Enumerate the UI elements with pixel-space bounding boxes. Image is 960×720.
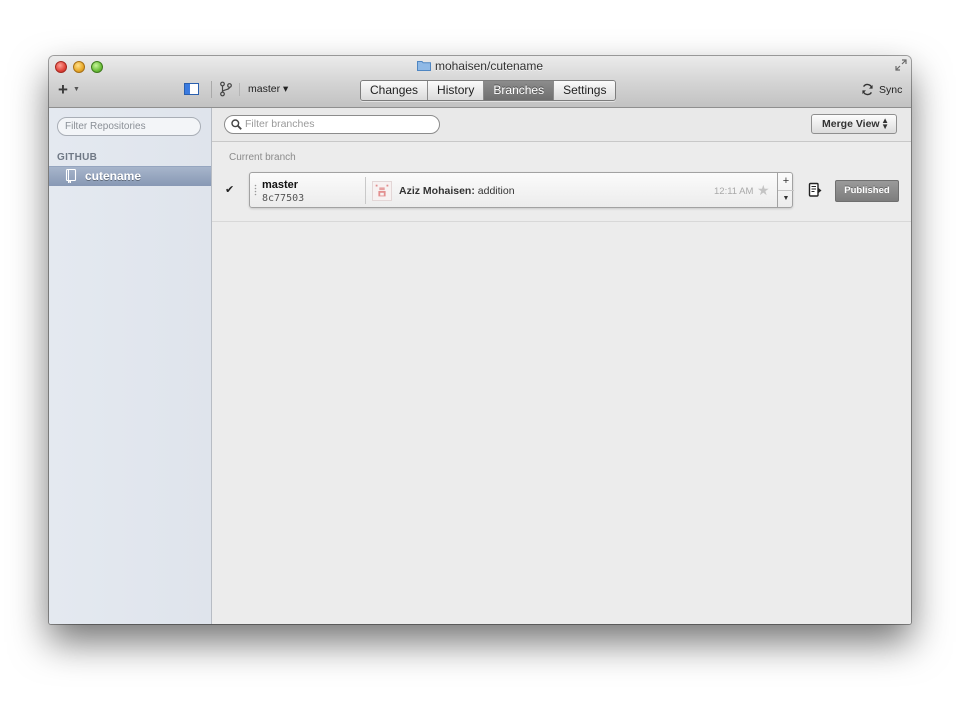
- drag-handle-icon[interactable]: [254, 184, 257, 196]
- filter-repositories-input[interactable]: Filter Repositories: [57, 117, 201, 136]
- branch-selector[interactable]: master ▾: [248, 83, 288, 95]
- sync-button[interactable]: Sync: [879, 84, 902, 96]
- branch-stepper: + ▼: [777, 172, 794, 208]
- branches-toolbar: Filter branches Merge View ▲ ▼: [212, 108, 911, 142]
- sidebar-toggle-icon[interactable]: [184, 83, 199, 95]
- chevron-updown-icon: ▲ ▼: [881, 116, 889, 131]
- search-icon: [231, 119, 242, 130]
- toolbar-divider: [211, 81, 212, 98]
- repository-icon: [65, 169, 77, 183]
- sidebar-item-label: cutename: [85, 169, 142, 183]
- tab-history[interactable]: History: [428, 81, 485, 100]
- tab-branches[interactable]: Branches: [484, 81, 555, 100]
- branch-name: master: [262, 179, 299, 191]
- add-menu-caret-icon[interactable]: ▼: [73, 86, 80, 93]
- star-icon[interactable]: ★: [757, 183, 770, 197]
- merge-view-button[interactable]: Merge View ▲ ▼: [811, 114, 897, 134]
- checkmark-icon: ✔: [225, 184, 235, 196]
- window-title: mohaisen/cutename: [49, 59, 911, 73]
- section-divider: [212, 221, 911, 222]
- repository-sidebar: Filter Repositories GITHUB cutename: [49, 108, 212, 624]
- current-branch-heading: Current branch: [229, 152, 296, 163]
- branches-panel: Filter branches Merge View ▲ ▼ Current br…: [212, 108, 911, 624]
- sidebar-item-cutename[interactable]: cutename: [49, 166, 211, 186]
- card-divider: [365, 177, 366, 204]
- tab-changes[interactable]: Changes: [361, 81, 429, 100]
- expand-button[interactable]: +: [778, 172, 794, 191]
- view-tabs: Changes History Branches Settings: [360, 80, 617, 101]
- compare-icon[interactable]: [808, 182, 822, 198]
- add-repository-button[interactable]: +: [58, 81, 68, 98]
- branch-row-master[interactable]: master 8c77503 Aziz Mohaisen: addition 1…: [249, 172, 794, 208]
- tab-settings[interactable]: Settings: [554, 81, 616, 100]
- published-button[interactable]: Published: [835, 180, 899, 202]
- filter-branches-placeholder: Filter branches: [245, 118, 315, 130]
- commit-author: Aziz Mohaisen:: [399, 185, 475, 197]
- last-commit: Aziz Mohaisen: addition: [399, 185, 515, 197]
- fullscreen-icon[interactable]: [895, 59, 907, 71]
- commit-message: addition: [474, 185, 515, 197]
- filter-branches-input[interactable]: Filter branches: [224, 115, 440, 134]
- window-title-text: mohaisen/cutename: [434, 59, 544, 73]
- chevron-down-icon[interactable]: ▼: [778, 190, 794, 207]
- sidebar-section-header: GITHUB: [57, 152, 98, 163]
- sync-icon[interactable]: [861, 83, 874, 96]
- avatar: [372, 181, 392, 201]
- folder-icon: [416, 61, 431, 71]
- app-window: mohaisen/cutename + ▼ master ▾ Changes H…: [49, 56, 911, 624]
- merge-view-label: Merge View: [822, 118, 880, 130]
- branch-icon[interactable]: [219, 81, 233, 97]
- commit-time: 12:11 AM: [714, 186, 754, 197]
- commit-sha: 8c77503: [262, 193, 305, 204]
- title-bar: mohaisen/cutename + ▼ master ▾ Changes H…: [49, 56, 911, 108]
- toolbar-divider: [239, 83, 240, 96]
